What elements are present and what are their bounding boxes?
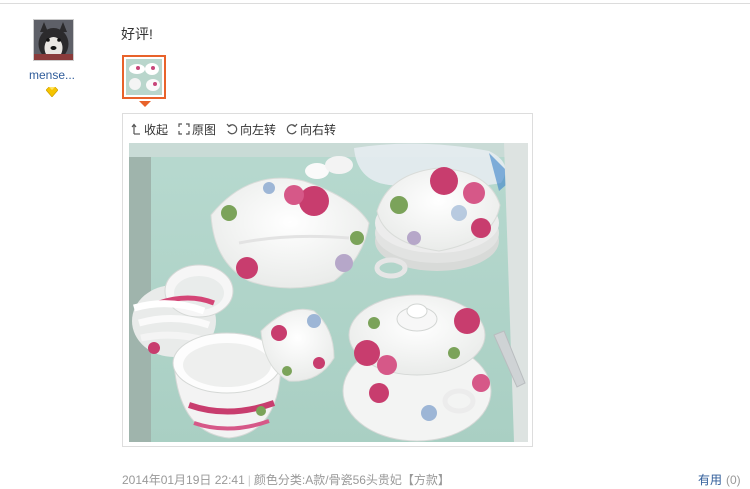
thumbnail-pointer (139, 101, 151, 107)
collapse-icon (131, 123, 140, 135)
rotate-right-label: 向右转 (300, 122, 337, 137)
review-date: 2014年01月19日 22:41 (122, 473, 245, 487)
product-spec: 颜色分类:A款/骨瓷56头贵妃【方款】 (253, 473, 450, 487)
collapse-button[interactable]: 收起 (131, 121, 168, 137)
rotate-left-icon (226, 123, 238, 135)
diamond-icon (45, 86, 59, 98)
useful-button[interactable]: 有用 (698, 473, 722, 487)
image-viewer: 收起 原图 向左转 向右转 (122, 113, 533, 447)
rotate-left-button[interactable]: 向左转 (226, 121, 276, 137)
viewer-toolbar: 收起 原图 向左转 向右转 (131, 121, 336, 137)
dinnerware-photo (129, 143, 528, 442)
review-photo-thumbnail[interactable] (122, 55, 166, 99)
review-meta: 2014年01月19日 22:41 | 颜色分类:A款/骨瓷56头贵妃【方款】 (122, 471, 450, 488)
useful-vote: 有用 (0) (698, 471, 741, 488)
thumbnail-image (126, 59, 162, 95)
top-divider (0, 3, 750, 4)
rotate-right-button[interactable]: 向右转 (286, 121, 336, 137)
original-image-button[interactable]: 原图 (178, 121, 216, 137)
username[interactable]: mense... (20, 68, 84, 82)
rotate-left-label: 向左转 (240, 122, 277, 137)
original-image-label: 原图 (192, 122, 217, 137)
fullscreen-icon (178, 123, 190, 135)
collapse-label: 收起 (144, 122, 169, 137)
review-text: 好评! (121, 26, 153, 42)
user-avatar[interactable] (33, 19, 74, 61)
meta-divider: | (247, 473, 251, 487)
review-photo[interactable] (129, 143, 528, 442)
useful-count: (0) (726, 473, 741, 487)
rotate-right-icon (286, 123, 298, 135)
